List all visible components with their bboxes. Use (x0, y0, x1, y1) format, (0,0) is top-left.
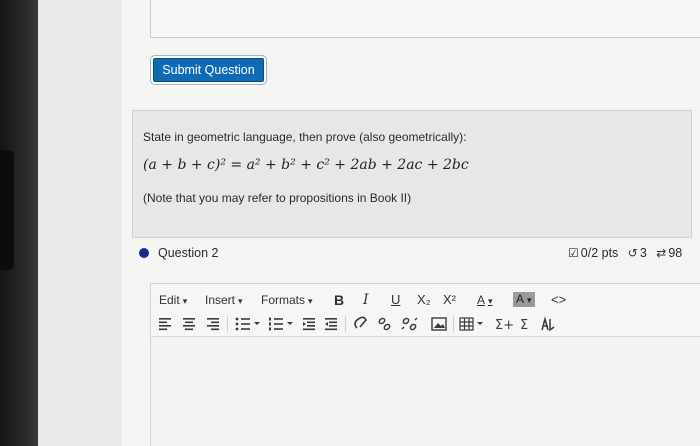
retries-count: 3 (639, 246, 647, 260)
editor-toolbar-icons: Σ+ Σ (159, 316, 555, 333)
attempts-icon: ⇄ (656, 246, 667, 260)
sigma-icon[interactable]: Σ (520, 318, 528, 333)
link-icon[interactable] (354, 316, 367, 329)
device-bezel (0, 0, 38, 446)
bold-button[interactable]: B (334, 288, 344, 312)
previous-answer-box[interactable] (150, 0, 700, 38)
align-left-icon[interactable] (159, 318, 171, 331)
insert-equation-icon[interactable]: Σ+ (495, 318, 514, 333)
editor-toolbar-row-1: Edit Insert Formats B I U X₂ X² A A <> (151, 288, 700, 312)
checkbox-icon: ☑ (568, 246, 579, 260)
question-2-title: Question 2 (158, 246, 219, 260)
question-prompt: State in geometric language, then prove … (143, 130, 467, 144)
underline-button[interactable]: U (391, 288, 400, 312)
broken-link-icon[interactable] (401, 317, 418, 331)
rich-text-editor: Edit Insert Formats B I U X₂ X² A A <> (150, 283, 700, 446)
unlink-icon[interactable] (378, 317, 391, 331)
question-formula: (a + b + c)² = a² + b² + c² + 2ab + 2ac … (143, 157, 469, 173)
bullet-list-icon[interactable] (235, 317, 260, 331)
retry-icon[interactable]: ↺ (628, 246, 638, 260)
editor-toolbar-row-2: Σ+ Σ (151, 312, 700, 336)
align-right-icon[interactable] (207, 318, 219, 331)
indent-icon[interactable] (325, 318, 337, 331)
table-dropdown-icon[interactable] (477, 322, 483, 325)
answer-text-area[interactable] (151, 337, 700, 446)
align-center-icon[interactable] (183, 318, 195, 331)
text-color-button[interactable]: A (477, 288, 493, 312)
question-note: (Note that you may refer to propositions… (143, 191, 412, 205)
image-icon[interactable] (431, 317, 447, 331)
device-bezel-notch (0, 150, 14, 270)
submit-question-button[interactable]: Submit Question (153, 58, 264, 82)
outdent-icon[interactable] (303, 318, 315, 331)
accessibility-icon[interactable] (541, 316, 555, 332)
attempts-count: 98 (668, 246, 683, 260)
subscript-button[interactable]: X₂ (417, 288, 431, 312)
quiz-page: Submit Question State in geometric langu… (122, 0, 700, 446)
question-1-box: State in geometric language, then prove … (132, 110, 692, 238)
italic-button[interactable]: I (363, 288, 369, 312)
numbered-list-icon[interactable] (269, 317, 293, 331)
edit-menu[interactable]: Edit (159, 288, 187, 312)
question-2-meta: ☑ 0/2 pts ↺ 3 ⇄ 98 (568, 246, 682, 260)
table-icon[interactable] (459, 317, 474, 331)
source-code-button[interactable]: <> (551, 288, 566, 312)
superscript-button[interactable]: X² (443, 288, 456, 312)
background-color-button[interactable]: A (513, 292, 535, 307)
screen: Submit Question State in geometric langu… (38, 0, 700, 446)
formats-menu[interactable]: Formats (261, 288, 313, 312)
insert-menu[interactable]: Insert (205, 288, 243, 312)
question-indicator-dot (139, 248, 149, 258)
points-label: 0/2 pts (580, 246, 619, 260)
